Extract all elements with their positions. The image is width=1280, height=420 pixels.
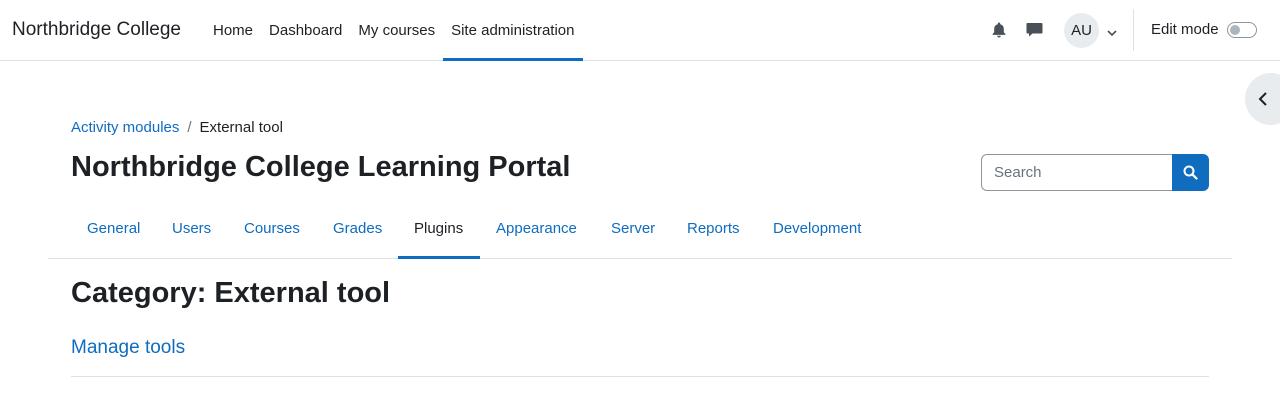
search-icon [1183, 165, 1198, 180]
nav-home[interactable]: Home [205, 0, 261, 60]
chevron-left-icon [1258, 92, 1267, 106]
open-block-drawer-button[interactable] [1245, 73, 1280, 125]
manage-tools-link[interactable]: Manage tools [71, 337, 185, 359]
messages-button[interactable] [1024, 20, 1044, 40]
active-tab-indicator [398, 256, 480, 259]
section-divider [71, 376, 1209, 377]
tab-grades[interactable]: Grades [333, 198, 382, 258]
breadcrumb: Activity modules / External tool [71, 119, 283, 136]
tab-users[interactable]: Users [172, 198, 211, 258]
search-input[interactable] [981, 154, 1173, 191]
toggle-knob [1230, 25, 1240, 35]
tab-development[interactable]: Development [773, 198, 861, 258]
bell-icon [992, 22, 1006, 38]
nav-site-administration[interactable]: Site administration [443, 0, 583, 61]
tab-courses[interactable]: Courses [244, 198, 300, 258]
breadcrumb-separator: / [187, 119, 192, 136]
edit-mode-toggle[interactable] [1227, 22, 1257, 38]
tab-plugins[interactable]: Plugins [414, 198, 463, 258]
breadcrumb-current: External tool [199, 119, 283, 136]
admin-search [981, 154, 1209, 191]
site-brand[interactable]: Northbridge College [12, 19, 181, 41]
tab-reports[interactable]: Reports [687, 198, 740, 258]
user-avatar[interactable]: AU [1064, 13, 1099, 48]
secondary-navigation: General Users Courses Grades Plugins App… [48, 198, 1232, 259]
search-button[interactable] [1172, 154, 1209, 191]
edit-mode-label: Edit mode [1151, 21, 1219, 38]
navbar-divider [1133, 9, 1134, 51]
breadcrumb-activity-modules[interactable]: Activity modules [71, 119, 179, 136]
nav-my-courses[interactable]: My courses [350, 0, 443, 60]
primary-navigation: Home Dashboard My courses Site administr… [205, 0, 583, 61]
page-title: Northbridge College Learning Portal [71, 151, 571, 183]
user-menu-toggle[interactable] [1106, 25, 1118, 37]
tab-server[interactable]: Server [611, 198, 655, 258]
tab-general[interactable]: General [87, 198, 140, 258]
nav-dashboard[interactable]: Dashboard [261, 0, 350, 60]
chat-icon [1026, 23, 1042, 37]
tab-appearance[interactable]: Appearance [496, 198, 577, 258]
top-navbar: Northbridge College Home Dashboard My co… [0, 0, 1280, 61]
notifications-button[interactable] [989, 20, 1009, 40]
chevron-down-icon [1107, 30, 1117, 37]
category-heading: Category: External tool [71, 277, 391, 309]
